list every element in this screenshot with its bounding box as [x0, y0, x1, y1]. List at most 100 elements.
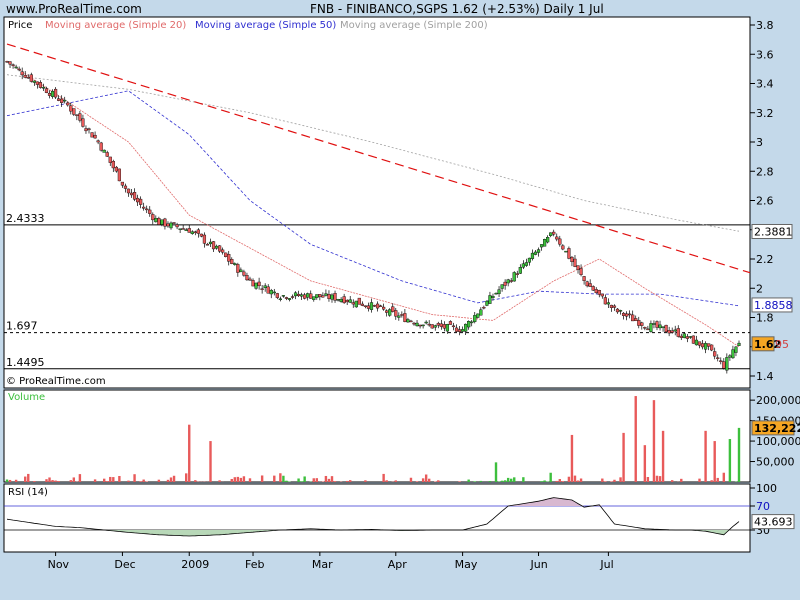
candle	[330, 294, 334, 300]
volume-bar	[333, 481, 337, 482]
volume-bar	[24, 476, 27, 482]
candle	[32, 80, 36, 83]
volume-bar	[230, 478, 233, 482]
price-legend-item: Price	[8, 20, 32, 31]
candle	[573, 258, 577, 267]
candle	[324, 293, 328, 296]
candle	[643, 327, 647, 329]
candle	[409, 320, 413, 323]
candle	[303, 294, 307, 299]
x-tick-label: Feb	[245, 558, 264, 571]
candle	[591, 286, 595, 291]
volume-tick-label: 200,000	[756, 394, 800, 407]
volume-bar	[382, 473, 385, 482]
x-tick-label: Apr	[388, 558, 408, 571]
candle	[570, 256, 574, 263]
volume-bar	[710, 480, 713, 482]
volume-bar	[127, 480, 130, 482]
level-label: 1.4495	[6, 356, 45, 369]
candle	[175, 224, 179, 228]
candle	[84, 128, 88, 132]
candle	[236, 264, 240, 273]
volume-bar	[288, 481, 291, 482]
candle	[482, 306, 486, 309]
candle	[239, 269, 243, 273]
candle	[372, 305, 377, 307]
candle	[530, 252, 535, 259]
candle	[609, 304, 614, 308]
volume-bar	[467, 479, 470, 482]
candle	[60, 98, 64, 103]
candle	[29, 74, 33, 82]
candle	[105, 152, 109, 157]
volume-bar	[513, 477, 516, 482]
price-tick-label: 2.2	[756, 253, 774, 266]
candle	[11, 64, 15, 66]
candle	[163, 218, 167, 227]
price-legend-item: Moving average (Simple 200)	[340, 20, 488, 31]
volume-bar	[239, 477, 243, 482]
x-tick-label: Mar	[312, 558, 333, 571]
candle	[354, 300, 358, 308]
candle	[318, 294, 322, 298]
candle	[418, 324, 422, 327]
candle	[722, 361, 726, 369]
candle	[403, 313, 407, 322]
candle	[670, 330, 674, 333]
volume-bar	[652, 400, 656, 482]
candle	[366, 305, 371, 309]
candle	[339, 299, 343, 302]
candle	[476, 313, 480, 318]
candle	[509, 280, 513, 282]
candle	[388, 309, 392, 316]
candle	[90, 132, 94, 138]
candle	[26, 77, 30, 79]
candle	[500, 284, 504, 289]
volume-bar	[312, 478, 315, 482]
volume-bar	[166, 479, 170, 482]
candle	[184, 229, 188, 231]
volume-legend: Volume	[8, 392, 45, 403]
volume-bar	[555, 480, 558, 482]
candle	[47, 93, 52, 96]
candle	[543, 239, 547, 247]
candle	[251, 280, 255, 287]
candle	[703, 343, 708, 350]
volume-bar	[473, 481, 476, 482]
candle	[555, 236, 559, 240]
price-legend-item: Moving average (Simple 50)	[195, 20, 336, 31]
candle	[5, 61, 9, 63]
candle	[148, 209, 152, 214]
level-label: 1.697	[6, 320, 38, 333]
candle	[439, 323, 443, 327]
volume-bar	[349, 480, 352, 482]
candle	[549, 232, 553, 236]
candle	[41, 86, 46, 89]
candle	[193, 231, 197, 233]
candle	[433, 325, 437, 328]
volume-bar	[282, 475, 285, 482]
candle	[667, 330, 671, 334]
x-tick-label: Dec	[114, 558, 135, 571]
candle	[442, 324, 446, 329]
volume-bar	[48, 477, 51, 482]
price-tick-label: 1.4	[756, 370, 774, 383]
candle	[637, 320, 641, 326]
candle	[17, 68, 21, 71]
candle	[245, 275, 249, 281]
candle	[700, 343, 705, 348]
volume-bar	[385, 480, 388, 482]
candle	[93, 134, 97, 139]
candle	[44, 88, 49, 93]
x-tick-label: Jul	[599, 558, 613, 571]
candle	[385, 310, 389, 313]
candle	[254, 282, 258, 289]
candle	[202, 234, 207, 244]
volume-bar	[570, 434, 574, 482]
candle	[154, 218, 158, 223]
candle	[406, 319, 410, 323]
candle	[631, 314, 635, 322]
candle	[649, 323, 653, 332]
value-tag-label: 2.3881	[754, 225, 793, 238]
candle	[533, 251, 538, 255]
